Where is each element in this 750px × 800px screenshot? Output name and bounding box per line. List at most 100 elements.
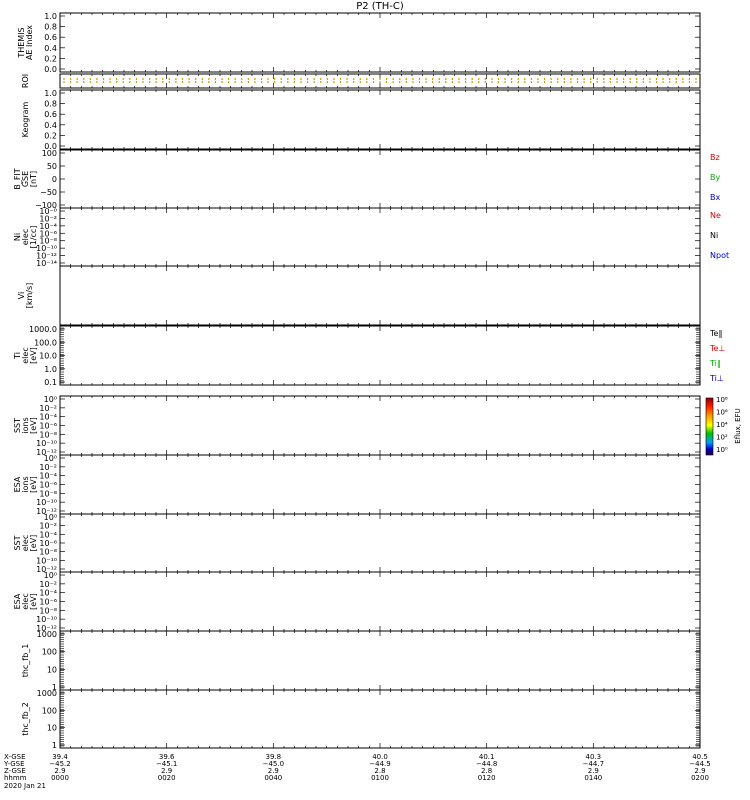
legend-ti-0: Te‖ <box>709 329 722 338</box>
y-tick-label: 10⁻⁴ <box>39 472 57 481</box>
y-tick-label: 10⁻² <box>39 404 57 413</box>
y-axis-label: thc_fb_1 <box>21 644 30 678</box>
legend-ti-3: Ti⊥ <box>709 374 724 383</box>
y-tick-label: 10 <box>47 724 57 733</box>
panel-keogram: 1.00.80.60.40.20.0Keogram <box>21 89 701 151</box>
y-tick-label: 10⁰ <box>44 395 57 404</box>
y-axis-label: thc_fb_2 <box>21 702 30 736</box>
y-tick-label: 10⁰ <box>44 513 57 522</box>
y-tick-label: 1000 <box>37 689 57 698</box>
y-tick-label: 10⁻⁶ <box>39 481 57 490</box>
panel-sst_elec: 10⁰10⁻²10⁻⁴10⁻⁶10⁻⁸10⁻¹⁰10⁻¹²SST elec [eV] <box>13 513 701 574</box>
y-tick-label: 1 <box>52 741 57 750</box>
y-tick-label: 10.0 <box>39 352 57 361</box>
y-tick-label: 10⁻² <box>39 580 57 589</box>
y-axis-label: AE Index <box>25 25 34 60</box>
panel-frame <box>59 454 701 515</box>
y-axis-label: [1/cc] <box>29 226 38 249</box>
panel-vi: Vi [km/s] <box>17 265 701 326</box>
y-axis-label: [eV] <box>29 347 38 364</box>
panel-frame <box>59 12 701 73</box>
y-tick-label: 50 <box>47 162 57 171</box>
y-axis-label: [eV] <box>29 593 38 610</box>
y-tick-label: 10⁻² <box>39 463 57 472</box>
legend-ni-2: Npot <box>710 251 729 260</box>
date-label: 2020 Jan 21 <box>4 782 46 790</box>
y-tick-label: 10 <box>47 665 57 674</box>
legend-ni-1: Ni <box>710 231 718 240</box>
y-tick-label: 10⁻⁸ <box>39 548 57 557</box>
y-tick-label: 10⁻¹⁴ <box>36 259 57 268</box>
y-tick-label: 100 <box>42 648 57 657</box>
panel-frame <box>59 207 701 267</box>
y-tick-label: 10⁻⁴ <box>39 413 57 422</box>
colorbar: 10⁸ 10⁶ 10⁴ 10² 10⁰ Eflux, EFU <box>705 396 742 456</box>
legend-ti-2: Ti‖ <box>709 359 721 368</box>
y-tick-label: 100 <box>42 149 57 158</box>
y-tick-label: 0 <box>52 175 57 184</box>
panel-ni: 10⁻⁰10⁻²10⁻⁴10⁻⁶10⁻⁸10⁻¹⁰10⁻¹²10⁻¹⁴Ni ele… <box>13 207 701 268</box>
y-axis-label: [eV] <box>29 417 38 434</box>
panel-fb1: 1000100101thc_fb_1 <box>21 630 701 692</box>
panel-esa_ion: 10⁰10⁻²10⁻⁴10⁻⁶10⁻⁸10⁻¹⁰10⁻¹²ESA ions [eV] <box>13 454 701 516</box>
themis-summary-plot: P2 (TH-C) 1.00.80.60.40.20.0THEMIS AE Ind… <box>3 1 742 790</box>
y-tick-label: 1.0 <box>44 89 57 98</box>
panels: 1.00.80.60.40.20.0THEMIS AE IndexROI1.00.… <box>13 12 701 750</box>
y-tick-label: 10⁻⁶ <box>39 598 57 607</box>
ephem-value: 0000 <box>51 774 69 782</box>
panel-esa_elec: 10⁰10⁻²10⁻⁴10⁻⁶10⁻⁸10⁻¹⁰10⁻¹²ESA elec [eV] <box>13 571 701 633</box>
y-tick-label: 10⁻⁸ <box>39 606 57 615</box>
y-tick-label: 10⁰ <box>44 454 57 463</box>
ephem-row-label: hhmm <box>4 774 27 782</box>
y-tick-label: 0.4 <box>44 121 57 130</box>
y-tick-label: 10⁻¹⁰ <box>36 498 57 507</box>
y-tick-label: 100 <box>42 706 57 715</box>
y-tick-label: 0.8 <box>44 100 57 109</box>
colorbar-tick: 10⁸ <box>716 396 728 404</box>
panel-frame <box>59 149 701 209</box>
y-tick-label: 0.6 <box>44 110 57 119</box>
ephem-value: 0200 <box>691 774 709 782</box>
y-tick-label: 0.8 <box>44 23 57 32</box>
panel-frame <box>59 89 701 150</box>
panel-ae: 1.00.80.60.40.20.0THEMIS AE Index <box>17 12 701 74</box>
legend-ti-1: Te⊥ <box>709 344 725 353</box>
y-tick-label: 1000 <box>37 630 57 639</box>
colorbar-tick: 10⁰ <box>716 446 728 454</box>
panel-frame <box>59 689 701 749</box>
x-axis: X-GSEY-GSEZ-GSEhhmm2020 Jan 2139.4−45.22… <box>3 753 711 790</box>
legend-ni-0: Ne <box>710 211 721 220</box>
y-tick-label: 10⁻⁴ <box>39 589 57 598</box>
legends: Bz By Bx Ne Ni Npot Te‖ Te⊥ Ti‖ Ti⊥ <box>709 153 729 383</box>
y-tick-label: 10⁻⁸ <box>39 489 57 498</box>
y-axis-label: [nT] <box>29 171 38 187</box>
y-tick-label: 1.0 <box>44 12 57 21</box>
y-tick-label: 0.2 <box>44 131 57 140</box>
y-tick-label: 1000.0 <box>29 325 57 334</box>
panel-bfit: 100500−50−100B_FIT GSE [nT] <box>13 149 701 210</box>
y-tick-label: 0.0 <box>44 65 57 74</box>
panel-frame <box>59 630 701 691</box>
plot-title: P2 (TH-C) <box>356 1 404 12</box>
y-axis-label: [eV] <box>29 476 38 493</box>
panel-frame <box>59 513 701 573</box>
ephem-value: 0020 <box>158 774 176 782</box>
ephem-value: 0140 <box>584 774 602 782</box>
y-tick-label: 100.0 <box>34 338 57 347</box>
panel-fb2: 1000 100 10 1 thc_fb_2 <box>21 689 701 750</box>
y-tick-label: −50 <box>40 188 57 197</box>
y-tick-label: 10⁻⁸ <box>39 430 57 439</box>
colorbar-tick: 10⁶ <box>716 409 728 417</box>
y-axis-label: [km/s] <box>25 283 34 309</box>
legend-bfit-0: Bz <box>710 153 720 162</box>
y-tick-label: 10⁻⁶ <box>39 539 57 548</box>
colorbar-tick: 10⁴ <box>716 421 728 429</box>
y-axis-label: Keogram <box>21 101 30 137</box>
y-tick-label: 0.6 <box>44 33 57 42</box>
panel-sst_ion: 10⁰10⁻²10⁻⁴10⁻⁶10⁻⁸10⁻¹⁰10⁻¹²SST ions [eV] <box>13 395 701 457</box>
y-tick-label: 0.1 <box>44 378 57 387</box>
y-tick-label: 10⁻¹⁰ <box>36 439 57 448</box>
panel-roi: ROI <box>21 73 701 89</box>
y-tick-label: 0.4 <box>44 44 57 53</box>
y-axis-label: ROI <box>21 74 30 88</box>
